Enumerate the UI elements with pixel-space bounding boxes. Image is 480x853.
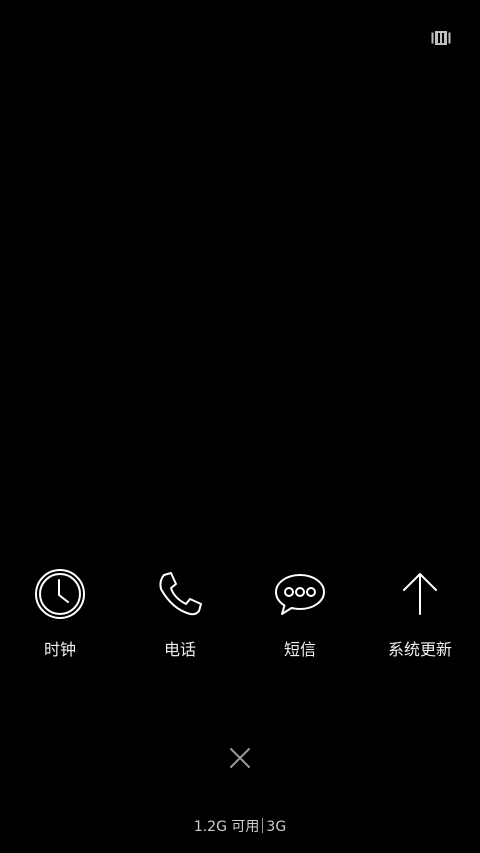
up-arrow-icon (403, 573, 437, 615)
app-label: 系统更新 (387, 640, 452, 659)
close-icon (230, 748, 250, 768)
app-phone[interactable]: 电话 (120, 566, 240, 666)
app-label: 电话 (163, 640, 196, 659)
network-type: 3G (266, 819, 287, 835)
memory-available: 1.2G 可用 (193, 819, 260, 835)
app-label: 时钟 (43, 640, 76, 659)
app-label: 短信 (283, 640, 316, 659)
app-system-update[interactable]: 系统更新 (360, 566, 480, 666)
memory-info: 1.2G 可用 3G (0, 816, 480, 836)
close-button[interactable] (228, 746, 252, 770)
app-messages[interactable]: 短信 (240, 566, 360, 666)
phone-icon (159, 572, 202, 616)
recent-apps: 时钟 电话 短信 系统更新 (0, 566, 480, 666)
message-icon (275, 574, 325, 615)
divider (262, 818, 264, 833)
app-clock[interactable]: 时钟 (0, 566, 120, 666)
clock-icon (35, 569, 85, 619)
task-manager-icon[interactable] (431, 30, 451, 46)
